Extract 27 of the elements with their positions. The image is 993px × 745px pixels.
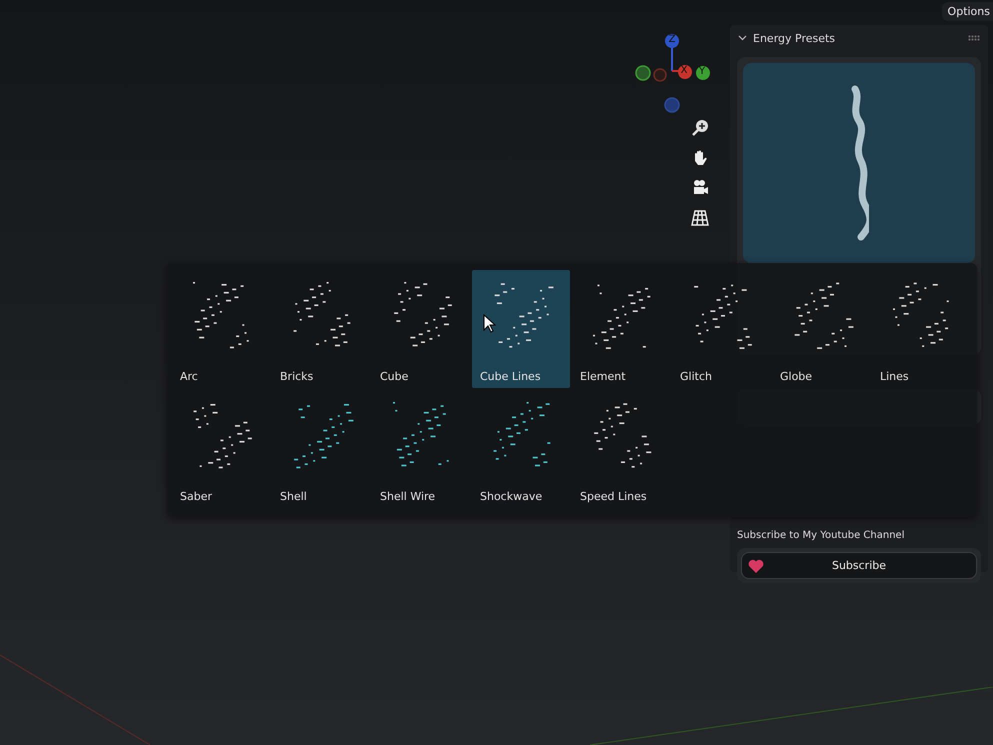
axis-label: X (680, 65, 688, 76)
subscribe-button[interactable]: Subscribe (741, 552, 977, 579)
options-button[interactable]: Options (942, 2, 993, 21)
preset-item[interactable]: Shockwave (472, 390, 570, 508)
preset-item[interactable]: Bricks (272, 270, 370, 388)
grid-icon[interactable] (691, 209, 709, 227)
drag-handle-icon[interactable] (968, 35, 980, 41)
camera-icon[interactable] (691, 179, 709, 197)
preset-item[interactable]: Shell (272, 390, 370, 508)
preset-item[interactable]: Shell Wire (372, 390, 470, 508)
panel-title[interactable]: Energy Presets (753, 32, 962, 44)
preset-item[interactable]: Cube (372, 270, 470, 388)
axis-label: Y (698, 66, 706, 77)
preset-item[interactable]: Element (572, 270, 670, 388)
preset-item[interactable]: Lines (872, 270, 970, 388)
preset-item[interactable]: Globe (772, 270, 870, 388)
axis-label: Z (668, 34, 676, 45)
mouse-cursor-icon (483, 314, 497, 334)
subscribe-text: Subscribe to My Youtube Channel (737, 530, 906, 541)
chevron-icon[interactable] (738, 35, 747, 41)
zoom-icon[interactable] (691, 119, 709, 137)
preset-item[interactable]: Speed Lines (572, 390, 670, 508)
preset-item[interactable]: Glitch (672, 270, 770, 388)
preset-item[interactable]: Cube Lines (472, 270, 570, 388)
preset-item[interactable]: Saber (172, 390, 270, 508)
preset-item[interactable]: Arc (172, 270, 270, 388)
heart-icon (748, 559, 764, 573)
